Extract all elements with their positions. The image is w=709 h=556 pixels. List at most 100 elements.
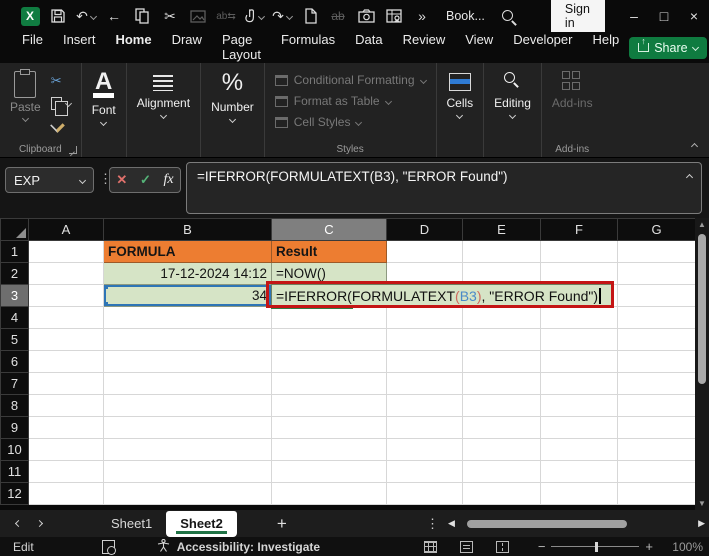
cell-F10[interactable] — [541, 439, 618, 461]
column-header-C[interactable]: C — [272, 219, 387, 241]
editing-button[interactable]: Editing — [494, 71, 531, 118]
cell-G10[interactable] — [618, 439, 696, 461]
page-break-view-icon[interactable] — [496, 541, 509, 553]
cell-E9[interactable] — [463, 417, 541, 439]
name-box-dropdown-icon[interactable] — [79, 176, 86, 183]
cell-D5[interactable] — [387, 329, 463, 351]
redo-dropdown-icon[interactable] — [286, 12, 293, 19]
cell-E7[interactable] — [463, 373, 541, 395]
vertical-scrollbar[interactable]: ▲ ▼ — [695, 218, 709, 510]
cell-C11[interactable] — [272, 461, 387, 483]
cell-F4[interactable] — [541, 307, 618, 329]
row-header-12[interactable]: 12 — [1, 483, 29, 505]
cell-A4[interactable] — [29, 307, 104, 329]
cell-A5[interactable] — [29, 329, 104, 351]
cell-F1[interactable] — [541, 241, 618, 263]
save-icon[interactable] — [48, 5, 68, 27]
cell-A12[interactable] — [29, 483, 104, 505]
normal-view-icon[interactable] — [424, 541, 437, 553]
share-button[interactable]: Share — [629, 37, 706, 59]
row-header-7[interactable]: 7 — [1, 373, 29, 395]
accessibility-status[interactable]: Accessibility: Investigate — [177, 540, 320, 554]
cell-F5[interactable] — [541, 329, 618, 351]
cell-A11[interactable] — [29, 461, 104, 483]
cell-B3[interactable]: 34 — [104, 285, 272, 307]
cell-D6[interactable] — [387, 351, 463, 373]
cell-G3[interactable] — [618, 285, 696, 307]
scroll-right-icon[interactable]: ▶ — [698, 518, 705, 529]
cell-E10[interactable] — [463, 439, 541, 461]
cell-C8[interactable] — [272, 395, 387, 417]
cell-B9[interactable] — [104, 417, 272, 439]
cell-D12[interactable] — [387, 483, 463, 505]
scroll-left-icon[interactable]: ◀ — [448, 518, 455, 529]
cell-G5[interactable] — [618, 329, 696, 351]
row-header-3[interactable]: 3 — [1, 285, 29, 307]
scroll-down-icon[interactable]: ▼ — [695, 499, 709, 508]
cell-D11[interactable] — [387, 461, 463, 483]
cell-G8[interactable] — [618, 395, 696, 417]
cell-G1[interactable] — [618, 241, 696, 263]
sheet-bar-menu-icon[interactable]: ⋮ — [426, 516, 439, 532]
horizontal-scroll-thumb[interactable] — [467, 520, 627, 528]
cell-C9[interactable] — [272, 417, 387, 439]
cell-G4[interactable] — [618, 307, 696, 329]
cell-G2[interactable] — [618, 263, 696, 285]
collapse-ribbon-icon[interactable] — [691, 143, 698, 150]
cell-F6[interactable] — [541, 351, 618, 373]
cell-B7[interactable] — [104, 373, 272, 395]
cell-B10[interactable] — [104, 439, 272, 461]
select-all-corner[interactable] — [1, 219, 29, 241]
cell-G7[interactable] — [618, 373, 696, 395]
row-header-8[interactable]: 8 — [1, 395, 29, 417]
copy-button[interactable] — [51, 95, 71, 111]
zoom-slider[interactable] — [551, 546, 639, 548]
cell-D10[interactable] — [387, 439, 463, 461]
zoom-level[interactable]: 100% — [669, 540, 703, 554]
row-header-11[interactable]: 11 — [1, 461, 29, 483]
cell-F8[interactable] — [541, 395, 618, 417]
more-commands-icon[interactable]: » — [412, 5, 432, 27]
cell-C10[interactable] — [272, 439, 387, 461]
undo-icon[interactable]: ↶ — [76, 5, 96, 27]
cell-E11[interactable] — [463, 461, 541, 483]
zoom-slider-thumb[interactable] — [595, 542, 598, 552]
sheet-tab-sheet1[interactable]: Sheet1 — [97, 510, 166, 537]
vertical-scroll-thumb[interactable] — [698, 234, 706, 384]
column-header-E[interactable]: E — [463, 219, 541, 241]
cell-D9[interactable] — [387, 417, 463, 439]
row-header-2[interactable]: 2 — [1, 263, 29, 285]
add-sheet-button[interactable]: + — [277, 514, 287, 534]
cell-B5[interactable] — [104, 329, 272, 351]
cell-C7[interactable] — [272, 373, 387, 395]
touch-mode-icon[interactable] — [244, 5, 264, 27]
cell-B6[interactable] — [104, 351, 272, 373]
cell-F7[interactable] — [541, 373, 618, 395]
column-header-A[interactable]: A — [29, 219, 104, 241]
camera-icon[interactable] — [356, 5, 376, 27]
touch-mode-dropdown-icon[interactable] — [258, 13, 265, 20]
scroll-up-icon[interactable]: ▲ — [695, 220, 709, 229]
cell-D4[interactable] — [387, 307, 463, 329]
cell-E12[interactable] — [463, 483, 541, 505]
cells-button[interactable]: Cells — [447, 71, 474, 118]
font-button[interactable]: A Font — [92, 71, 116, 125]
cut-icon[interactable]: ✂ — [160, 5, 180, 27]
insert-function-button[interactable]: fx — [164, 172, 174, 188]
sheet-lookup-icon[interactable] — [384, 5, 404, 27]
row-header-5[interactable]: 5 — [1, 329, 29, 351]
close-button[interactable]: × — [679, 0, 709, 32]
cell-C12[interactable] — [272, 483, 387, 505]
enter-entry-button[interactable]: ✓ — [140, 172, 151, 188]
cell-G9[interactable] — [618, 417, 696, 439]
horizontal-scrollbar[interactable]: ◀ ▶ — [448, 510, 705, 537]
name-box[interactable]: EXP — [5, 167, 94, 193]
cell-A6[interactable] — [29, 351, 104, 373]
cell-A10[interactable] — [29, 439, 104, 461]
cell-F12[interactable] — [541, 483, 618, 505]
cell-B8[interactable] — [104, 395, 272, 417]
cell-E1[interactable] — [463, 241, 541, 263]
alignment-button[interactable]: Alignment — [137, 71, 190, 118]
zoom-in-button[interactable]: + — [639, 539, 659, 554]
cell-B12[interactable] — [104, 483, 272, 505]
